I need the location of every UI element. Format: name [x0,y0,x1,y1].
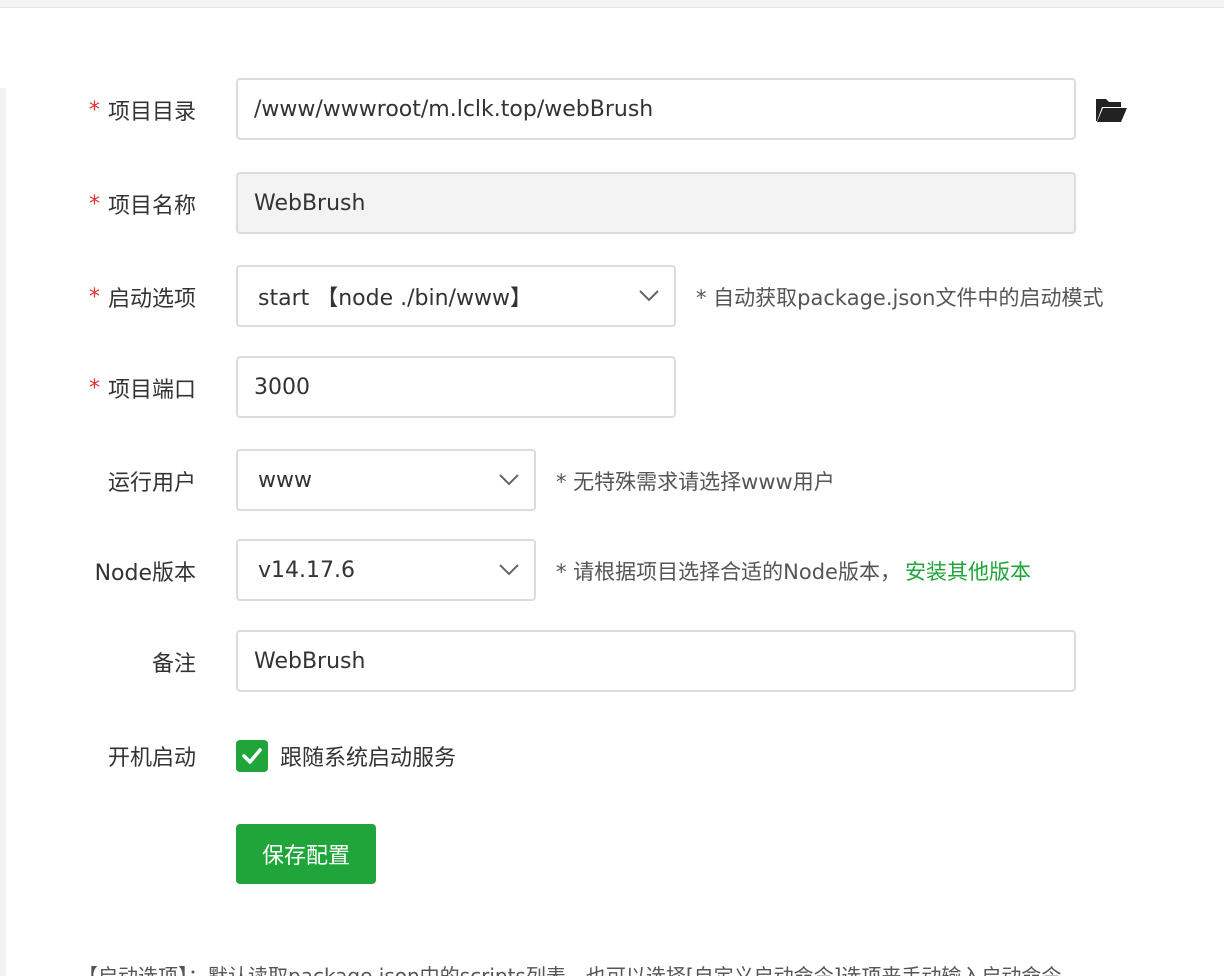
project-dir-input[interactable] [236,78,1076,140]
start-option-value: start 【node ./bin/www】 [258,286,532,311]
project-name-input[interactable] [236,172,1076,234]
run-user-select[interactable]: www [236,449,536,511]
row-node-version: Node版本 v14.17.6 * 请根据项目选择合适的Node版本， 安装其他版… [0,539,1224,603]
required-mark: * [88,97,100,123]
run-user-hint: * 无特殊需求请选择www用户 [556,470,835,494]
required-mark: * [88,375,100,401]
node-version-select[interactable]: v14.17.6 [236,539,536,601]
chevron-down-icon [639,290,659,302]
start-option-label: * 启动选项 [89,265,196,329]
project-port-label-text: 项目端口 [107,378,196,403]
project-port-input[interactable] [236,356,676,418]
autostart-checkbox[interactable]: 跟随系统启动服务 [236,724,456,788]
project-dir-label-text: 项目目录 [107,100,196,125]
project-port-label: * 项目端口 [89,356,196,420]
start-option-label-text: 启动选项 [107,287,196,312]
run-user-label: 运行用户 [107,471,196,496]
row-run-user: 运行用户 www * 无特殊需求请选择www用户 [0,449,1224,513]
chevron-down-icon [499,564,519,576]
node-version-hint: * 请根据项目选择合适的Node版本， 安装其他版本 [556,539,1031,603]
folder-open-icon[interactable] [1094,95,1128,125]
save-config-button[interactable]: 保存配置 [236,824,376,884]
start-option-hint: * 自动获取package.json文件中的启动模式 [696,286,1104,310]
required-mark: * [88,191,100,217]
node-version-hint-text: * 请根据项目选择合适的Node版本， [556,560,901,584]
project-dir-label: * 项目目录 [89,78,196,142]
autostart-label: 开机启动 [107,746,196,771]
node-version-value: v14.17.6 [258,557,355,583]
required-mark: * [88,284,100,310]
row-project-port: * 项目端口 [0,356,1224,420]
project-name-label-text: 项目名称 [107,194,196,219]
row-autostart: 开机启动 跟随系统启动服务 [0,724,1224,788]
remark-label: 备注 [151,652,196,677]
node-version-label: Node版本 [94,561,196,586]
row-project-name: * 项目名称 [0,172,1224,236]
check-icon [242,748,262,764]
checkbox-box[interactable] [236,740,268,772]
row-project-dir: * 项目目录 [0,78,1224,142]
start-option-footnote: 【启动选项】：默认读取package.json中的scripts列表，也可以选择… [78,964,1062,976]
row-start-option: * 启动选项 start 【node ./bin/www】 * 自动获取pack… [0,265,1224,329]
row-remark: 备注 [0,630,1224,694]
top-divider [0,0,1224,8]
chevron-down-icon [499,474,519,486]
install-other-version-link[interactable]: 安装其他版本 [905,556,1031,586]
autostart-checkbox-label: 跟随系统启动服务 [280,746,457,771]
run-user-value: www [258,467,312,493]
project-name-label: * 项目名称 [89,172,196,236]
start-option-select[interactable]: start 【node ./bin/www】 [236,265,676,327]
remark-input[interactable] [236,630,1076,692]
